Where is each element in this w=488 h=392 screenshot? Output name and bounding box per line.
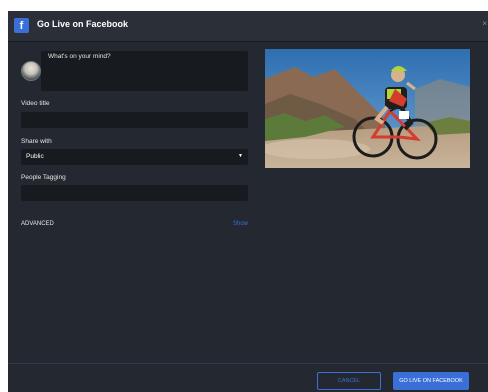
post-text-input[interactable]: What's on your mind? [41, 51, 248, 91]
share-with-select[interactable]: Public ▼ [21, 149, 248, 165]
go-live-dialog: f Go Live on Facebook × What's on your m… [8, 11, 488, 392]
close-icon[interactable]: × [482, 19, 487, 28]
video-preview [265, 49, 470, 168]
facebook-logo-icon: f [14, 18, 29, 33]
chevron-down-icon: ▼ [238, 153, 243, 159]
post-placeholder: What's on your mind? [48, 53, 111, 60]
advanced-show-link[interactable]: Show [233, 221, 248, 227]
people-tagging-input[interactable] [21, 185, 248, 201]
people-tagging-label: People Tagging [21, 174, 66, 181]
cancel-button[interactable]: CANCEL [317, 372, 381, 390]
dialog-title: Go Live on Facebook [37, 19, 129, 29]
video-title-label: Video title [21, 100, 50, 107]
share-with-value: Public [26, 153, 44, 160]
footer-divider [8, 363, 488, 364]
avatar [21, 61, 41, 81]
video-title-input[interactable] [21, 112, 248, 128]
video-preview-image [265, 49, 470, 168]
advanced-label: ADVANCED [21, 221, 54, 227]
go-live-button[interactable]: GO LIVE ON FACEBOOK [393, 372, 469, 390]
dialog-header: f Go Live on Facebook × [8, 11, 488, 42]
share-with-label: Share with [21, 138, 52, 145]
